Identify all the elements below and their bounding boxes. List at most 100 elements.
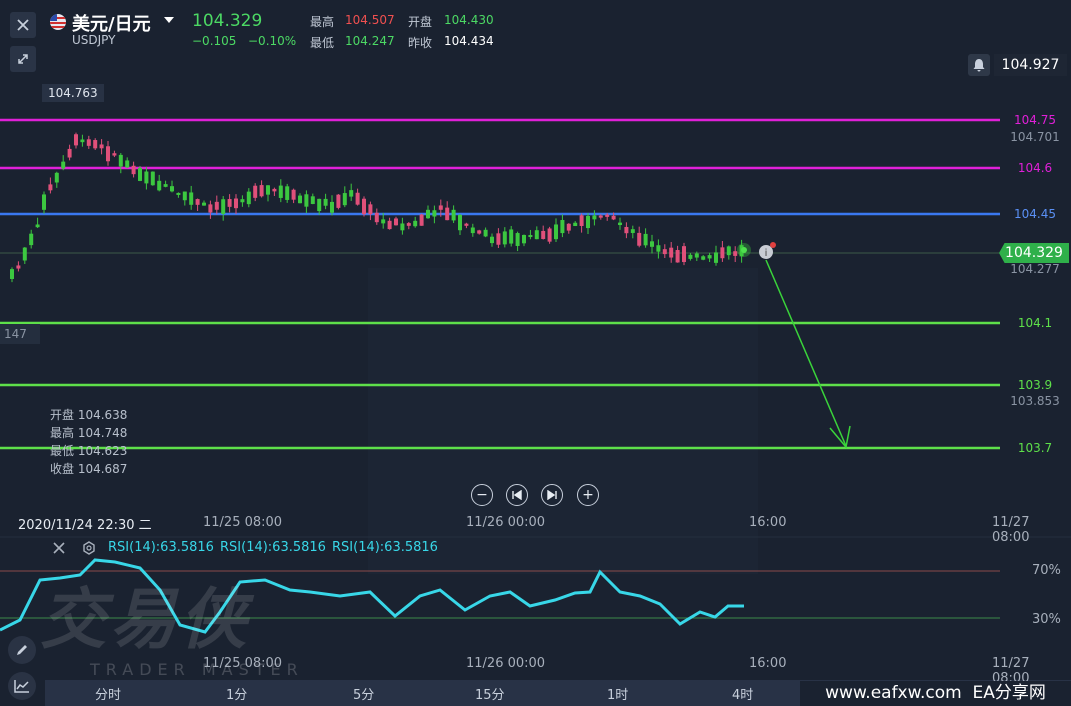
prev-close-label: 昨收 bbox=[408, 36, 433, 50]
timeframe-tab[interactable]: 5分 bbox=[353, 684, 374, 703]
svg-text:i: i bbox=[765, 248, 768, 259]
x-label: 16:00 bbox=[749, 515, 787, 530]
candle-body bbox=[170, 186, 174, 192]
axis-mark: 103.853 bbox=[1010, 394, 1060, 408]
axis-mark: 104.701 bbox=[1010, 130, 1060, 144]
current-price-tag: 104.329 bbox=[999, 243, 1069, 263]
candle-body bbox=[259, 185, 264, 197]
candle-body bbox=[342, 193, 347, 206]
zoom-in-button[interactable]: + bbox=[577, 484, 599, 506]
candle-body bbox=[240, 199, 245, 203]
candle-body bbox=[336, 194, 341, 208]
rsi-settings-button[interactable] bbox=[82, 540, 96, 559]
axis-mark: 104.277 bbox=[1010, 262, 1060, 276]
timeframe-tab[interactable]: 1时 bbox=[607, 684, 628, 703]
dropdown-icon[interactable] bbox=[164, 17, 174, 23]
candle-body bbox=[86, 139, 91, 146]
settings-icon bbox=[83, 541, 95, 555]
timeframe-tab[interactable]: 分时 bbox=[95, 684, 121, 703]
candle-body bbox=[669, 247, 674, 258]
candle-body bbox=[93, 140, 98, 149]
timeframe-tab[interactable]: 15分 bbox=[475, 684, 505, 703]
forward-icon bbox=[547, 490, 557, 500]
candle-body bbox=[48, 184, 53, 191]
candle-body bbox=[67, 148, 72, 158]
candle-body bbox=[624, 226, 629, 234]
level-tag-104.75[interactable]: 104.75 bbox=[1001, 112, 1069, 128]
candle-body bbox=[733, 251, 738, 256]
candle-body bbox=[118, 154, 123, 167]
level-tag-104.6[interactable]: 104.6 bbox=[1001, 160, 1069, 176]
close-button[interactable] bbox=[10, 12, 36, 38]
open-value: 104.430 bbox=[444, 13, 494, 27]
level-tag-103.7[interactable]: 103.7 bbox=[1001, 440, 1069, 456]
high-label: 最高 bbox=[310, 15, 335, 29]
candle-body bbox=[138, 167, 142, 181]
alert-dot bbox=[770, 242, 776, 248]
candle-body bbox=[182, 191, 187, 201]
level-tag-104.45[interactable]: 104.45 bbox=[1001, 206, 1069, 222]
candle-body bbox=[304, 194, 309, 207]
x-label: 11/25 08:00 bbox=[203, 515, 283, 530]
candle-body bbox=[54, 172, 59, 183]
collapse-icon bbox=[18, 54, 28, 64]
candle-body bbox=[483, 229, 488, 237]
candle-body bbox=[10, 269, 14, 279]
rewind-button[interactable] bbox=[506, 484, 528, 506]
candle-body bbox=[310, 196, 315, 204]
candle-body bbox=[298, 195, 302, 204]
candle-body bbox=[323, 198, 328, 206]
candle-body bbox=[714, 252, 718, 263]
open-label: 开盘 bbox=[408, 15, 433, 29]
candle-body bbox=[195, 199, 200, 205]
level-tag-104.1[interactable]: 104.1 bbox=[1001, 315, 1069, 331]
draw-tool-button[interactable] bbox=[8, 636, 36, 664]
candle-body bbox=[701, 256, 706, 260]
candle-body bbox=[227, 199, 232, 207]
high-value: 104.507 bbox=[345, 13, 395, 27]
candle-body bbox=[426, 209, 430, 219]
candle-body bbox=[400, 223, 405, 231]
candle-body bbox=[362, 198, 366, 215]
low-label: 最低 bbox=[310, 36, 335, 50]
candle-body bbox=[349, 190, 354, 197]
candle-body bbox=[99, 144, 104, 149]
candle-body bbox=[406, 223, 411, 226]
ohlc-low: 最低 104.623 bbox=[50, 444, 128, 458]
candle-body bbox=[534, 230, 539, 240]
footer-brand: www.eafxw.com EA分享网 bbox=[800, 681, 1071, 706]
timeframe-tab[interactable]: 4时 bbox=[732, 684, 753, 703]
candle-body bbox=[317, 198, 322, 212]
candle-body bbox=[214, 201, 219, 210]
candle-body bbox=[643, 233, 648, 246]
candle-body bbox=[650, 241, 654, 247]
candle-body bbox=[131, 165, 136, 175]
candle-body bbox=[125, 160, 130, 168]
candle-body bbox=[202, 202, 206, 206]
candle-body bbox=[605, 214, 610, 217]
candle-body bbox=[630, 229, 635, 234]
indicator-tool-button[interactable] bbox=[8, 672, 36, 700]
candle-body bbox=[547, 228, 552, 242]
candle-body bbox=[394, 218, 398, 226]
candle-body bbox=[234, 198, 238, 209]
candle-body bbox=[611, 215, 616, 220]
candle-body bbox=[598, 215, 603, 218]
candle-body bbox=[707, 255, 712, 259]
candle-body bbox=[221, 199, 226, 214]
collapse-button[interactable] bbox=[10, 46, 36, 72]
level-tag-103.9[interactable]: 103.9 bbox=[1001, 377, 1069, 393]
forward-button[interactable] bbox=[541, 484, 563, 506]
overlay-panel bbox=[368, 268, 758, 574]
candle-body bbox=[541, 230, 546, 239]
candle-body bbox=[368, 204, 373, 215]
candle-body bbox=[477, 230, 482, 234]
candle-body bbox=[253, 185, 258, 198]
zoom-out-button[interactable]: − bbox=[471, 484, 493, 506]
timeframe-tab[interactable]: 1分 bbox=[226, 684, 247, 703]
alert-button[interactable] bbox=[968, 54, 990, 76]
zoom-out-icon: − bbox=[476, 487, 488, 503]
rsi-close-button[interactable] bbox=[52, 540, 66, 559]
candle-body bbox=[80, 139, 85, 143]
candle-body bbox=[554, 224, 558, 240]
